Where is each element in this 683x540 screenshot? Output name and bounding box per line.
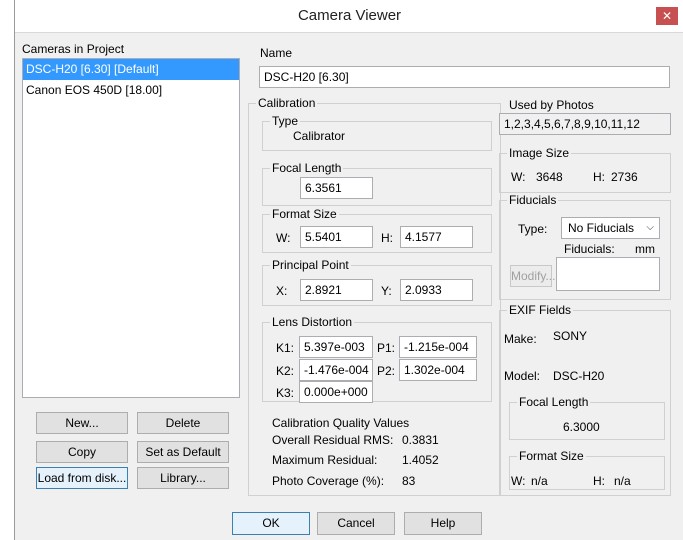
coverage-label: Photo Coverage (%): — [272, 474, 385, 488]
cancel-button[interactable]: Cancel — [317, 512, 395, 535]
fiducial-type-value: No Fiducials — [568, 221, 635, 235]
rms-label: Overall Residual RMS: — [272, 433, 394, 447]
title-bar: Camera Viewer ✕ — [15, 0, 683, 33]
exif-h-label: H: — [593, 474, 605, 488]
pp-y-label: Y: — [381, 284, 392, 298]
load-from-disk-button[interactable]: Load from disk... — [36, 467, 128, 489]
camera-name-field[interactable]: DSC-H20 [6.30] — [259, 66, 670, 88]
format-h-label: H: — [381, 231, 393, 245]
k2-field[interactable]: -1.476e-004 — [299, 359, 373, 381]
pp-x-field[interactable]: 2.8921 — [300, 279, 373, 301]
name-label: Name — [260, 46, 293, 60]
new-camera-button[interactable]: New... — [36, 412, 128, 434]
library-button[interactable]: Library... — [137, 467, 229, 489]
k1-field[interactable]: 5.397e-003 — [299, 336, 373, 358]
exif-w-value: n/a — [531, 474, 548, 488]
image-w-value: 3648 — [536, 170, 563, 184]
close-icon: ✕ — [661, 9, 673, 23]
exif-focal-label: Focal Length — [517, 395, 591, 409]
image-h-label: H: — [593, 170, 605, 184]
quality-label: Calibration Quality Values — [270, 416, 412, 430]
list-item[interactable]: Canon EOS 450D [18.00] — [23, 80, 239, 101]
fiducial-type-label: Type: — [518, 222, 548, 236]
calibration-title: Calibration — [256, 96, 318, 110]
delete-camera-button[interactable]: Delete — [137, 412, 229, 434]
exif-w-label: W: — [511, 474, 526, 488]
pp-y-field[interactable]: 2.0933 — [400, 279, 473, 301]
lens-distortion-label: Lens Distortion — [270, 315, 355, 329]
type-label: Type — [270, 114, 301, 128]
list-item[interactable]: DSC-H20 [6.30] [Default] — [23, 59, 239, 80]
max-residual-label: Maximum Residual: — [272, 453, 378, 467]
principal-point-label: Principal Point — [270, 258, 351, 272]
k3-field[interactable]: 0.000e+000 — [299, 381, 373, 403]
help-button[interactable]: Help — [404, 512, 482, 535]
focal-length-field[interactable]: 6.3561 — [300, 177, 373, 199]
image-size-label: Image Size — [507, 146, 572, 160]
format-w-label: W: — [276, 231, 291, 245]
close-button[interactable]: ✕ — [656, 7, 678, 25]
format-w-field[interactable]: 5.5401 — [300, 226, 373, 248]
pp-x-label: X: — [276, 284, 288, 298]
exif-label: EXIF Fields — [507, 303, 574, 317]
camera-viewer-dialog: Camera Viewer ✕ Cameras in Project DSC-H… — [14, 0, 683, 540]
fiducials-field[interactable] — [556, 257, 660, 291]
image-w-label: W: — [511, 170, 526, 184]
window-title: Camera Viewer — [297, 7, 402, 24]
copy-camera-button[interactable]: Copy — [36, 441, 128, 463]
exif-focal-value: 6.3000 — [563, 420, 600, 434]
make-label: Make: — [504, 332, 537, 346]
rms-value: 0.3831 — [402, 433, 439, 447]
type-value: Calibrator — [293, 129, 346, 143]
make-value: SONY — [553, 329, 588, 343]
fiducial-units-value: mm — [635, 242, 655, 256]
p1-label: P1: — [377, 341, 396, 355]
cameras-list[interactable]: DSC-H20 [6.30] [Default] Canon EOS 450D … — [22, 58, 240, 398]
k3-label: K3: — [276, 386, 295, 400]
k2-label: K2: — [276, 364, 295, 378]
fiducial-units-label: Fiducials: — [564, 242, 615, 256]
format-h-field[interactable]: 4.1577 — [400, 226, 473, 248]
fiducial-type-select[interactable]: No Fiducials ⌵ — [561, 217, 660, 239]
focal-length-label: Focal Length — [270, 161, 344, 175]
coverage-value: 83 — [402, 474, 416, 488]
model-value: DSC-H20 — [553, 369, 605, 383]
k1-label: K1: — [276, 341, 295, 355]
p2-label: P2: — [377, 364, 396, 378]
format-size-label: Format Size — [270, 207, 339, 221]
p2-field[interactable]: 1.302e-004 — [399, 359, 477, 381]
p1-field[interactable]: -1.215e-004 — [399, 336, 477, 358]
fiducials-label: Fiducials — [507, 193, 559, 207]
used-by-field: 1,2,3,4,5,6,7,8,9,10,11,12 — [499, 113, 671, 135]
exif-h-value: n/a — [614, 474, 631, 488]
focal-length-group: Focal Length — [262, 162, 492, 206]
set-default-button[interactable]: Set as Default — [137, 441, 229, 463]
model-label: Model: — [504, 369, 541, 383]
modify-fiducials-button[interactable]: Modify... — [510, 265, 555, 287]
image-h-value: 2736 — [611, 170, 638, 184]
max-residual-value: 1.4052 — [402, 453, 439, 467]
cameras-group-title: Cameras in Project — [22, 42, 125, 56]
exif-format-label: Format Size — [517, 449, 586, 463]
ok-button[interactable]: OK — [232, 512, 310, 535]
used-by-label: Used by Photos — [509, 98, 594, 112]
chevron-down-icon: ⌵ — [646, 222, 654, 233]
